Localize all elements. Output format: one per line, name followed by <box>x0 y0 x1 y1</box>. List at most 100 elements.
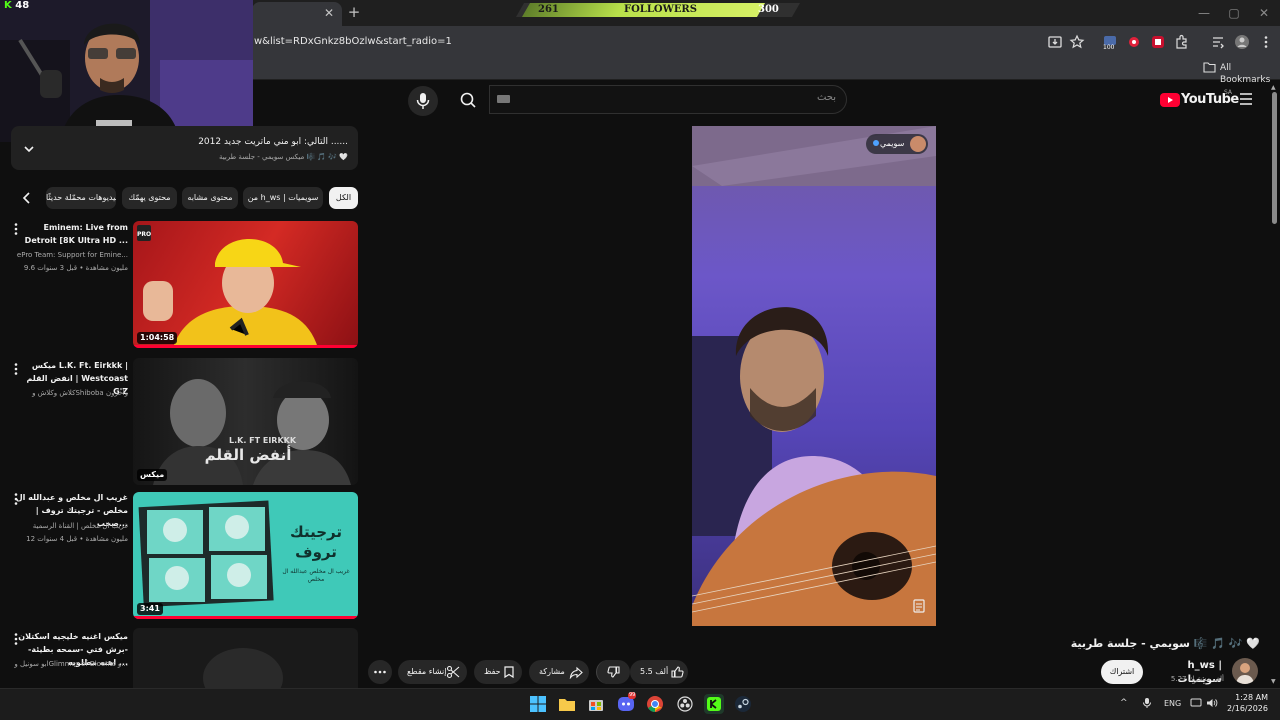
video-player[interactable] <box>692 126 936 626</box>
chip-similar[interactable]: محتوى مشابه <box>182 187 238 209</box>
thumb-subtext: غريب ال مخلص عبدالله ال مخلص <box>282 568 350 583</box>
streamer-webcam <box>0 0 253 142</box>
save-label: حفظ <box>484 667 501 676</box>
video-channel[interactable]: غريب ال مخلص | القناة الرسمية <box>8 520 128 532</box>
clock-time[interactable]: 1:28 AM <box>1224 693 1268 703</box>
save-button[interactable]: حفظ <box>474 660 522 684</box>
verified-dot-icon <box>873 140 879 146</box>
watch-progress <box>133 616 358 619</box>
kick-viewer-count: K 48 <box>4 0 29 12</box>
chevron-left-icon[interactable] <box>18 189 36 207</box>
video-channel[interactable]: ePro Team: Support for Emine... <box>8 249 128 261</box>
share-button[interactable]: مشاركة <box>529 660 589 684</box>
followers-goal: 300 <box>758 4 779 15</box>
dislike-button[interactable] <box>596 660 630 684</box>
obs-icon[interactable] <box>675 694 695 714</box>
maximize-icon[interactable]: ▢ <box>1224 6 1244 20</box>
share-label: مشاركة <box>539 667 565 676</box>
close-window-icon[interactable]: ✕ <box>1254 6 1274 20</box>
up-next-title: التالي: ابو مني ماتريت جديد 2012 ...... <box>198 137 348 147</box>
chip-recently-uploaded[interactable]: فيديوهات محمّلة حديثًا <box>46 187 116 209</box>
video-thumbnail[interactable] <box>133 628 358 688</box>
search-input[interactable] <box>489 85 847 114</box>
search-icon <box>460 92 476 108</box>
microphone-tray-icon[interactable] <box>1142 697 1152 709</box>
chip-all[interactable]: الكل <box>329 187 358 209</box>
profile-avatar-icon[interactable] <box>1234 34 1250 50</box>
browser-menu-icon[interactable] <box>1258 34 1274 50</box>
subscriber-count: 5.27 ألف مشترك <box>1170 675 1224 683</box>
playlist-panel-header[interactable] <box>11 126 358 170</box>
bookmark-star-icon[interactable] <box>1069 34 1085 50</box>
watch-progress <box>133 345 358 348</box>
steam-icon[interactable] <box>733 694 753 714</box>
new-tab-icon[interactable]: + <box>346 4 362 20</box>
more-actions-button[interactable] <box>368 660 392 684</box>
video-duration: 1:04:58 <box>137 332 178 344</box>
chrome-icon[interactable] <box>645 694 665 714</box>
video-channel[interactable]: ابو سونيل وGlimmer of Blooms و... <box>8 658 128 670</box>
scroll-down-icon[interactable]: ▼ <box>1271 678 1276 685</box>
channel-avatar[interactable] <box>1232 658 1258 684</box>
more-horizontal-icon <box>374 670 386 674</box>
extension-badge: 100 <box>1103 44 1115 51</box>
kick-app-icon[interactable] <box>704 694 724 714</box>
video-thumbnail[interactable]: ترجيتك تروف غريب ال مخلص عبدالله ال مخلص… <box>133 492 358 619</box>
voice-search-button[interactable] <box>408 86 438 116</box>
scroll-up-icon[interactable]: ▲ <box>1271 84 1276 91</box>
file-explorer-icon[interactable] <box>557 694 577 714</box>
windows-start-icon[interactable] <box>528 694 548 714</box>
region-code: SA <box>1224 89 1233 96</box>
folder-icon <box>1203 61 1216 73</box>
like-button[interactable]: 5.5 ألف <box>630 660 688 684</box>
chevron-down-icon[interactable] <box>22 142 36 156</box>
clip-label: إنشاء مقطع <box>407 667 447 676</box>
tray-chevron-up-icon[interactable]: ^ <box>1120 698 1128 708</box>
mix-badge: ميكس <box>137 469 168 481</box>
red-extension-icon[interactable] <box>1150 34 1166 50</box>
keyboard-language[interactable]: ENG <box>1164 699 1181 709</box>
thumb-arabic-text: ترجيتك تروف <box>290 523 342 561</box>
reading-list-icon[interactable] <box>1210 34 1226 50</box>
thumb-arabic-text: أنفض القلم <box>204 446 292 464</box>
video-meta: 12 مليون مشاهدة • قبل 4 سنوات <box>26 535 128 543</box>
video-thumbnail[interactable]: PRO 1:04:58 <box>133 221 358 348</box>
microphone-icon <box>416 93 430 109</box>
youtube-play-icon <box>1160 93 1180 107</box>
followers-label: FOLLOWERS <box>624 4 697 15</box>
keyboard-icon[interactable] <box>497 95 510 103</box>
thumbs-down-icon <box>607 666 620 678</box>
viewer-count: 48 <box>15 0 30 11</box>
thumb-badge: PRO <box>137 231 152 238</box>
like-count: 5.5 ألف <box>640 667 669 676</box>
chip-from-channel[interactable]: من h_ws | سويميات <box>243 187 323 209</box>
store-icon[interactable] <box>586 694 606 714</box>
followers-current: 261 <box>538 4 559 15</box>
captions-icon[interactable] <box>912 598 926 614</box>
tab-close-icon[interactable]: ✕ <box>322 6 336 20</box>
channel-pill-avatar <box>910 136 926 152</box>
bookmark-icon <box>504 666 514 679</box>
video-duration: 3:41 <box>137 603 163 615</box>
clock-date[interactable]: 2/16/2026 <box>1224 704 1268 714</box>
record-extension-icon[interactable] <box>1126 34 1142 50</box>
minimize-icon[interactable]: — <box>1194 6 1214 20</box>
video-thumbnail[interactable]: L.K. FT EIRKKK أنفض القلم ميكس <box>133 358 358 485</box>
url-text[interactable]: w&list=RDxGnkz8bOzlw&start_radio=1 <box>254 35 452 49</box>
all-bookmarks-link[interactable]: All Bookmarks <box>1220 62 1280 86</box>
search-button[interactable] <box>447 85 489 115</box>
network-icon[interactable] <box>1190 698 1202 708</box>
scrollbar-thumb[interactable] <box>1272 92 1277 224</box>
install-app-icon[interactable] <box>1047 34 1063 50</box>
video-meta: 9.6 مليون مشاهدة • قبل 3 سنوات <box>23 264 128 272</box>
clip-button[interactable]: إنشاء مقطع <box>398 660 467 684</box>
thumb-text: L.K. FT EIRKKK <box>229 436 297 445</box>
guide-menu-icon[interactable] <box>1238 92 1254 106</box>
extensions-puzzle-icon[interactable] <box>1174 34 1190 50</box>
video-title[interactable]: Eminem: Live from Detroit [8K Ultra HD .… <box>12 221 128 247</box>
chip-for-you[interactable]: محتوى يهمّك <box>122 187 177 209</box>
video-channel[interactable]: كلاش وكلاش وShiboba وآخرون <box>8 387 128 399</box>
volume-icon[interactable] <box>1206 698 1218 708</box>
subscribe-button[interactable]: اشتراك <box>1101 660 1143 684</box>
search-placeholder: بحث <box>816 92 836 103</box>
